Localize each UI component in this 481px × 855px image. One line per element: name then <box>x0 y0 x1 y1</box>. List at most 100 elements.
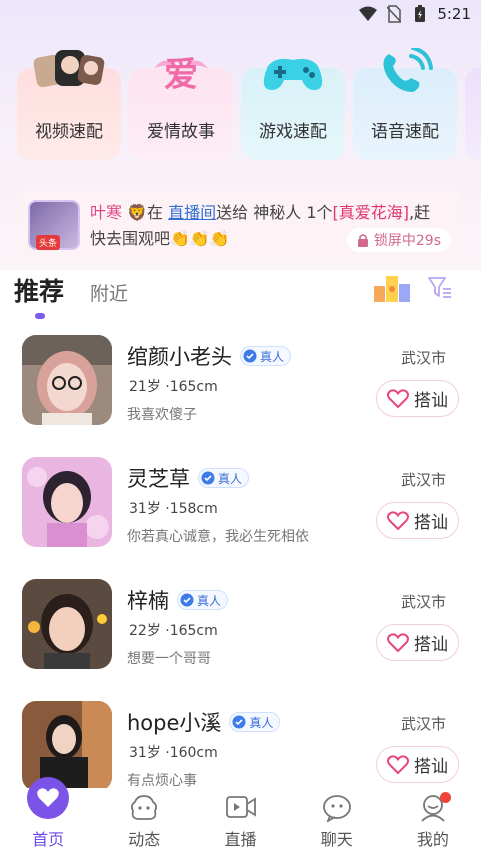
status-time: 5:21 <box>437 5 471 23</box>
verified-check-icon <box>201 471 215 485</box>
user-meta: 31岁 ·160cm <box>129 745 218 761</box>
user-avatar[interactable] <box>22 335 112 425</box>
notice-line2: 快去围观吧👏👏👏 <box>90 229 230 248</box>
verified-label: 真人 <box>249 715 274 730</box>
nav-label: 动态 <box>128 830 161 849</box>
user-name-row: 绾颜小老头 真人 <box>127 341 292 371</box>
list-item[interactable]: 梓楠 真人 22岁 ·165cm 想要一个哥哥 武汉市 搭讪 <box>0 579 481 701</box>
notice-sent: 送给 神秘人 1个 <box>216 203 333 222</box>
tab-indicator <box>35 313 45 319</box>
nav-label: 直播 <box>224 830 257 849</box>
notice-emoji: 🦁 <box>127 203 148 222</box>
user-bio: 有点烦心事 <box>127 773 197 789</box>
heart-icon <box>387 754 409 774</box>
user-list: 绾颜小老头 真人 21岁 ·165cm 我喜欢傻子 武汉市 搭讪 灵芝草 真人 … <box>0 335 481 823</box>
verified-badge: 真人 <box>240 346 292 366</box>
greet-button[interactable]: 搭讪 <box>376 746 459 783</box>
nav-label: 聊天 <box>320 830 353 849</box>
nav-label: 我的 <box>416 830 449 849</box>
tab-nearby[interactable]: 附近 <box>90 279 128 306</box>
notice-sender-name[interactable]: 叶寒 <box>90 203 122 222</box>
notice-gift-name: [真爱花海] <box>332 203 410 222</box>
verified-label: 真人 <box>218 471 243 486</box>
greet-button[interactable]: 搭讪 <box>376 624 459 661</box>
user-name: 灵芝草 <box>127 467 190 491</box>
nav-profile[interactable]: 我的 <box>385 788 481 855</box>
user-city: 武汉市 <box>400 471 446 489</box>
lock-timer-pill: 锁屏中29s <box>346 228 451 252</box>
feature-label: 爱情故事 <box>147 122 215 142</box>
greet-label: 搭讪 <box>414 635 448 655</box>
user-avatar[interactable] <box>22 457 112 547</box>
svg-text:爱: 爱 <box>164 55 198 95</box>
home-heart-icon <box>26 776 70 824</box>
lock-timer-text: 锁屏中29s <box>373 233 441 249</box>
user-name: hope小溪 <box>127 711 222 735</box>
moments-icon <box>129 794 159 826</box>
user-bio: 想要一个哥哥 <box>127 651 211 667</box>
tab-recommend[interactable]: 推荐 <box>14 272 64 308</box>
greet-label: 搭讪 <box>414 391 448 411</box>
user-name: 梓楠 <box>127 589 169 613</box>
love-story-icon: 爱 <box>146 48 216 100</box>
feature-label: 视频速配 <box>35 122 103 142</box>
battery-icon <box>411 5 429 23</box>
verified-badge: 真人 <box>198 468 250 488</box>
notification-dot <box>440 792 452 803</box>
verified-badge: 真人 <box>177 590 229 610</box>
verified-check-icon <box>232 715 246 729</box>
status-bar: 5:21 <box>0 0 481 28</box>
greet-label: 搭讪 <box>414 513 448 533</box>
heart-icon <box>387 510 409 530</box>
verified-badge: 真人 <box>229 712 281 732</box>
user-city: 武汉市 <box>400 593 446 611</box>
bottom-nav: 首页 动态 直播 聊天 我的 <box>0 777 481 855</box>
greet-button[interactable]: 搭讪 <box>376 380 459 417</box>
feature-video-match[interactable]: 视频速配 <box>17 50 121 160</box>
user-name-row: hope小溪 真人 <box>127 707 281 737</box>
gift-notice-banner[interactable]: 头条 叶寒 🦁在 直播间送给 神秘人 1个[真爱花海],赶 快去围观吧👏👏👏 锁… <box>20 190 461 259</box>
phone-call-icon <box>375 46 435 102</box>
chat-icon <box>322 794 352 826</box>
feature-label: 游戏速配 <box>259 122 327 142</box>
feature-more-partial[interactable] <box>465 68 481 160</box>
verified-check-icon <box>180 593 194 607</box>
feature-cards: 视频速配 爱 爱情故事 游戏速配 语音速配 <box>17 46 481 160</box>
feature-label: 语音速配 <box>371 122 439 142</box>
nav-chat[interactable]: 聊天 <box>289 788 385 855</box>
user-meta: 22岁 ·165cm <box>129 623 218 639</box>
verified-label: 真人 <box>197 593 222 608</box>
user-bio: 我喜欢傻子 <box>127 407 197 423</box>
nav-moments[interactable]: 动态 <box>96 788 192 855</box>
user-avatar[interactable] <box>22 579 112 669</box>
notice-at: 在 <box>147 203 164 222</box>
list-item[interactable]: 灵芝草 真人 31岁 ·158cm 你若真心诚意，我必生死相依 武汉市 搭讪 <box>0 457 481 579</box>
filter-icon[interactable] <box>427 276 453 304</box>
feature-game-match[interactable]: 游戏速配 <box>241 58 345 160</box>
user-city: 武汉市 <box>400 715 446 733</box>
user-meta: 31岁 ·158cm <box>129 501 218 517</box>
nav-live[interactable]: 直播 <box>192 788 288 855</box>
user-city: 武汉市 <box>400 349 446 367</box>
greet-button[interactable]: 搭讪 <box>376 502 459 539</box>
lock-icon <box>357 234 368 247</box>
nav-home[interactable]: 首页 <box>0 777 96 855</box>
heart-icon <box>387 388 409 408</box>
feed-tabs: 推荐 附近 <box>14 272 128 308</box>
ranking-icon[interactable] <box>373 274 411 308</box>
no-sim-icon <box>385 5 403 23</box>
greet-label: 搭讪 <box>414 757 448 777</box>
video-match-icon <box>31 48 107 96</box>
feature-love-story[interactable]: 爱 爱情故事 <box>129 55 233 160</box>
feature-voice-match[interactable]: 语音速配 <box>353 46 457 160</box>
live-room-link[interactable]: 直播间 <box>168 203 216 222</box>
user-bio: 你若真心诚意，我必生死相依 <box>127 529 309 545</box>
list-item[interactable]: 绾颜小老头 真人 21岁 ·165cm 我喜欢傻子 武汉市 搭讪 <box>0 335 481 457</box>
notice-tail: ,赶 <box>409 203 431 222</box>
verified-check-icon <box>243 349 257 363</box>
headline-badge: 头条 <box>36 235 61 250</box>
wifi-icon <box>359 5 378 23</box>
live-icon <box>225 794 257 824</box>
user-name-row: 梓楠 真人 <box>127 585 229 615</box>
user-name-row: 灵芝草 真人 <box>127 463 250 493</box>
